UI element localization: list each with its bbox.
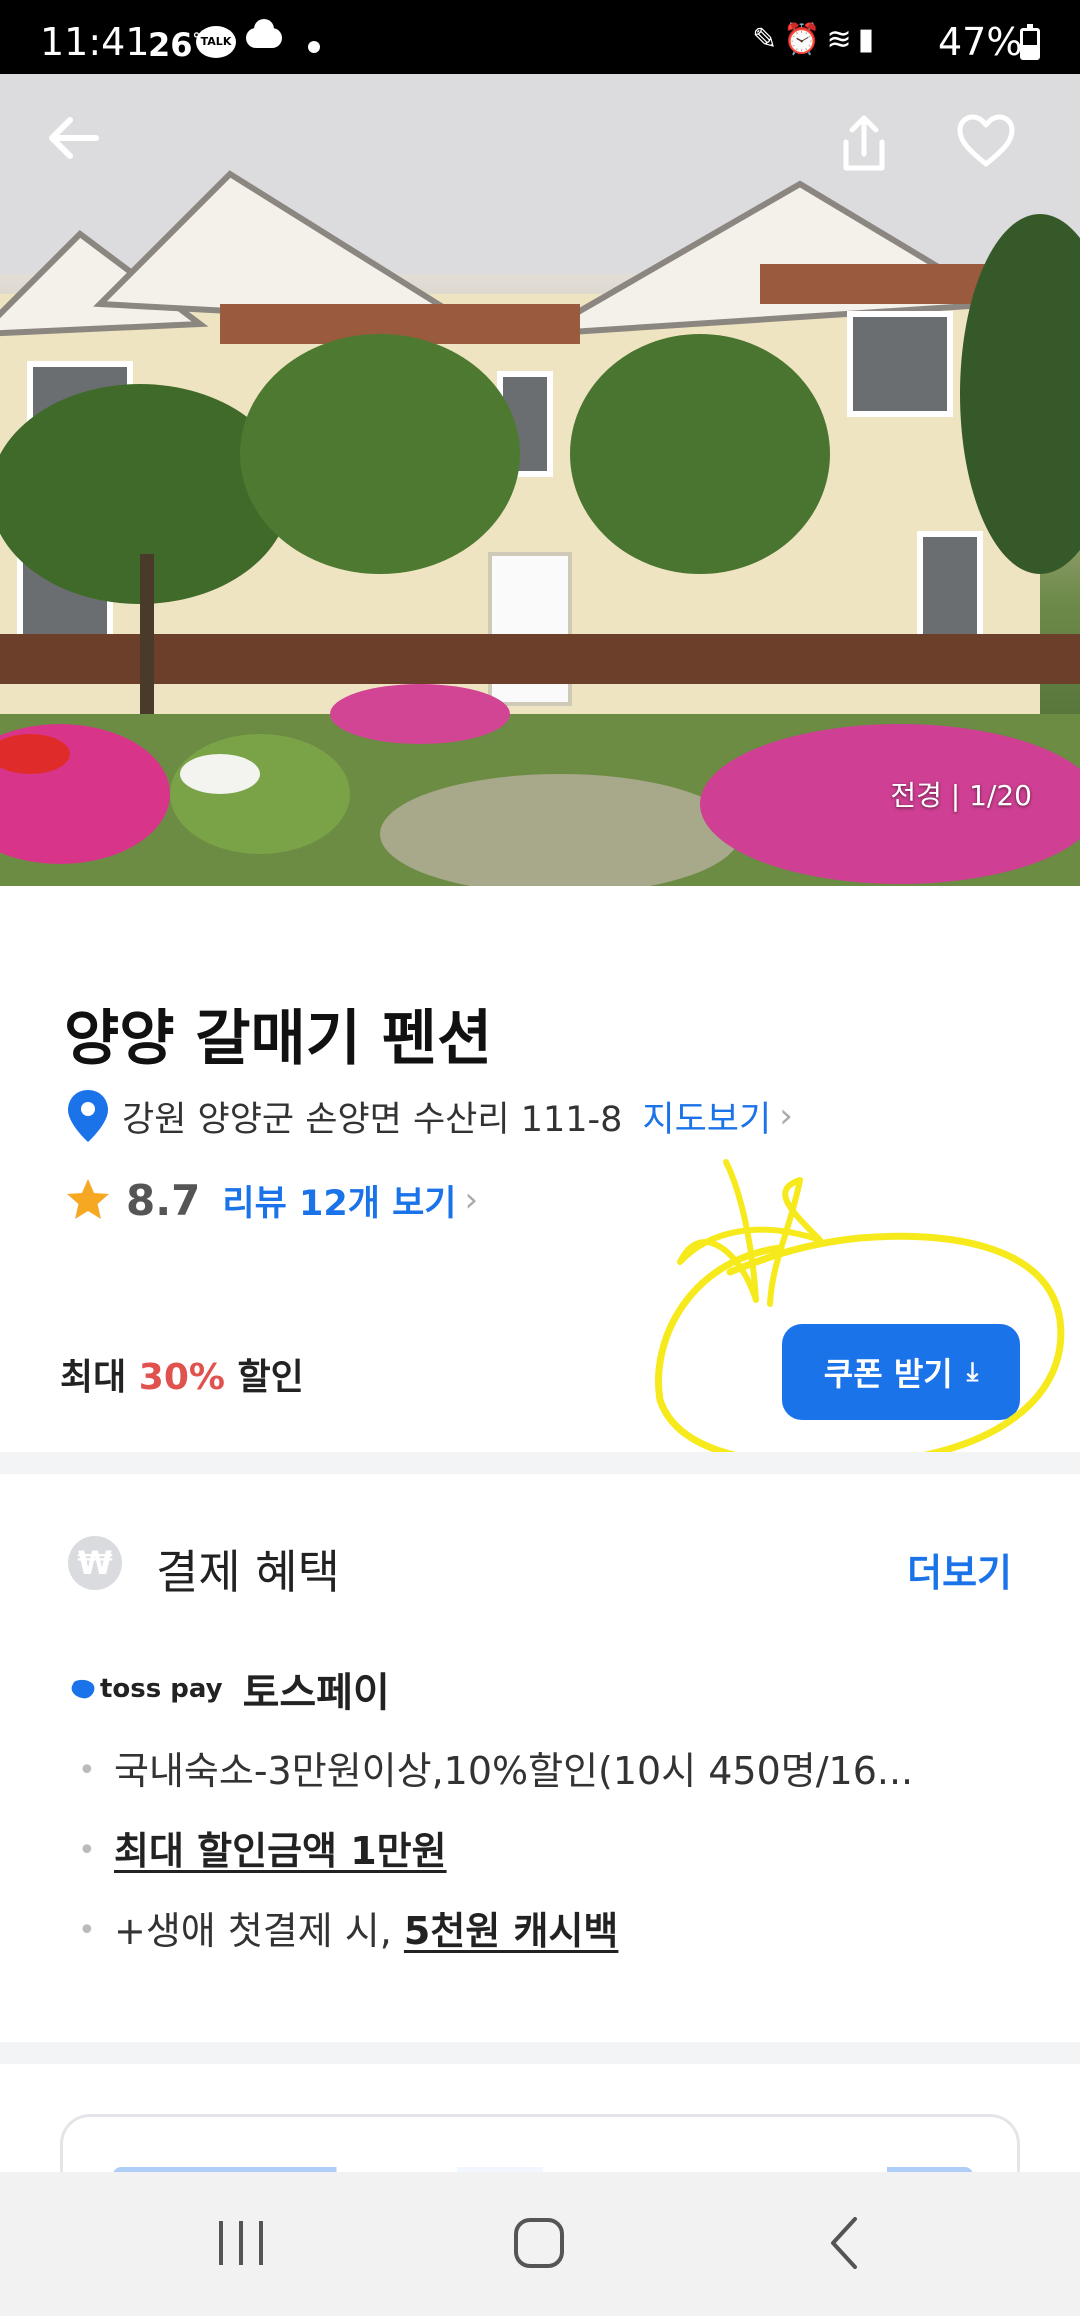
recent-apps-button[interactable] (196, 2208, 286, 2278)
coupon-button-label: 쿠폰 받기 (823, 1355, 953, 1393)
get-coupon-button[interactable]: 쿠폰 받기 ⤓ (782, 1324, 1020, 1420)
address-text: 강원 양양군 손양면 수산리 111-8 (122, 1099, 623, 1140)
status-bar: 11:41 26° TALK ✎⏰≋▮ 47% (0, 0, 1080, 74)
chevron-right-icon: › (779, 1096, 793, 1136)
status-temperature: 26° (148, 26, 201, 64)
toss-drop-icon (71, 1679, 95, 1699)
tosspay-logo: toss pay (70, 1674, 223, 1704)
star-icon (67, 1179, 109, 1219)
tosspay-name: 토스페이 (242, 1670, 390, 1716)
list-item: 최대 할인금액 1만원 (78, 1826, 913, 1906)
arrow-left-icon (49, 117, 99, 159)
home-icon (514, 2218, 564, 2268)
recent-apps-icon (219, 2221, 263, 2265)
rating-row: 8.7 리뷰 12개 보기 › (64, 1172, 478, 1228)
back-button[interactable] (44, 114, 124, 194)
location-pin-icon (68, 1090, 108, 1142)
photo-counter: 전경 | 1/20 (890, 779, 1032, 812)
battery-icon (1020, 24, 1040, 60)
system-icons: ✎⏰≋▮ (752, 22, 880, 57)
tosspay-row: toss pay 토스페이 (70, 1660, 390, 1718)
wishlist-button[interactable] (956, 114, 1036, 194)
reviews-link[interactable]: 리뷰 12개 보기 (222, 1175, 456, 1226)
won-currency-icon: ₩ (68, 1536, 122, 1590)
pen-icon: ✎ (752, 22, 784, 57)
discount-percent: 30% (138, 1357, 225, 1398)
notification-dot-icon (308, 41, 320, 53)
heart-icon (957, 114, 1015, 167)
signal-icon: ▮ (857, 22, 881, 57)
home-button[interactable] (494, 2208, 584, 2278)
system-nav-bar (0, 2172, 1080, 2316)
chevron-right-icon: › (464, 1180, 479, 1220)
section-divider (0, 2042, 1080, 2064)
max-discount-text: 최대 30% 할인 (60, 1357, 304, 1398)
list-item: 국내숙소-3만원이상,10%할인(10시 450명/16... (78, 1746, 913, 1826)
address-row: 강원 양양군 손양면 수산리 111-8 지도보기 › (64, 1088, 793, 1144)
cloud-icon (246, 19, 282, 48)
alarm-icon: ⏰ (783, 22, 827, 57)
listing-title: 양양 갈매기 펜션 (64, 1004, 493, 1074)
system-back-button[interactable] (800, 2208, 890, 2278)
download-icon: ⤓ (966, 1356, 979, 1387)
kakaotalk-icon: TALK (196, 26, 236, 58)
payment-benefits-title: 결제 혜택 (156, 1545, 340, 1599)
hero-photo[interactable]: 전경 | 1/20 (0, 74, 1080, 886)
list-item: +생애 첫결제 시, 5천원 캐시백 (78, 1906, 913, 1986)
share-icon (843, 115, 885, 171)
benefit-list: 국내숙소-3만원이상,10%할인(10시 450명/16... 최대 할인금액 … (78, 1746, 913, 1986)
pension-house-illustration (0, 74, 1080, 886)
share-button[interactable] (836, 114, 916, 194)
section-divider (0, 1452, 1080, 1474)
status-time: 11:41 (40, 20, 150, 64)
battery-percent: 47% (938, 20, 1023, 64)
chevron-left-icon (831, 2217, 857, 2269)
rating-score: 8.7 (126, 1175, 201, 1225)
wifi-icon: ≋ (826, 22, 858, 57)
see-more-link[interactable]: 더보기 (907, 1542, 1012, 1597)
map-view-link[interactable]: 지도보기 (642, 1091, 771, 1142)
